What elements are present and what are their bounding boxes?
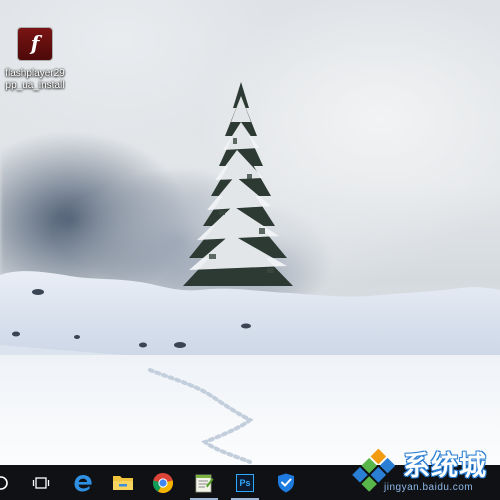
- watermark-url: jingyan.baidu.com: [384, 482, 474, 493]
- photoshop-button[interactable]: Ps: [225, 465, 265, 500]
- wallpaper-footprints: [148, 368, 254, 464]
- file-explorer-button[interactable]: [103, 465, 143, 500]
- flash-glyph: f: [30, 31, 40, 55]
- security-shield-button[interactable]: [266, 465, 306, 500]
- flash-player-icon: f: [18, 28, 52, 60]
- notepad-plus-icon: [195, 474, 214, 492]
- site-watermark: 系统城 jingyan.baidu.com: [340, 440, 500, 500]
- desktop-wallpaper: [0, 0, 500, 465]
- photoshop-icon: Ps: [236, 473, 254, 492]
- edge-browser-button[interactable]: [63, 465, 103, 500]
- chrome-browser-icon: [152, 472, 174, 493]
- edge-browser-icon: [74, 474, 92, 491]
- notepad-plus-button[interactable]: [184, 465, 224, 500]
- cortana-search-button[interactable]: [0, 465, 16, 500]
- desktop-icon-label: flashplayer29pp_ua_install: [5, 68, 65, 91]
- task-view-icon: [32, 476, 50, 489]
- security-shield-icon: [278, 473, 294, 492]
- desktop-icon-flashplayer[interactable]: f flashplayer29pp_ua_install: [2, 28, 68, 92]
- photoshop-icon-text: Ps: [239, 477, 251, 488]
- chrome-browser-button[interactable]: [143, 465, 183, 500]
- cortana-search-icon: [0, 475, 8, 490]
- watermark-brand: 系统城: [403, 451, 487, 482]
- file-explorer-icon: [113, 475, 133, 490]
- task-view-button[interactable]: [21, 465, 61, 500]
